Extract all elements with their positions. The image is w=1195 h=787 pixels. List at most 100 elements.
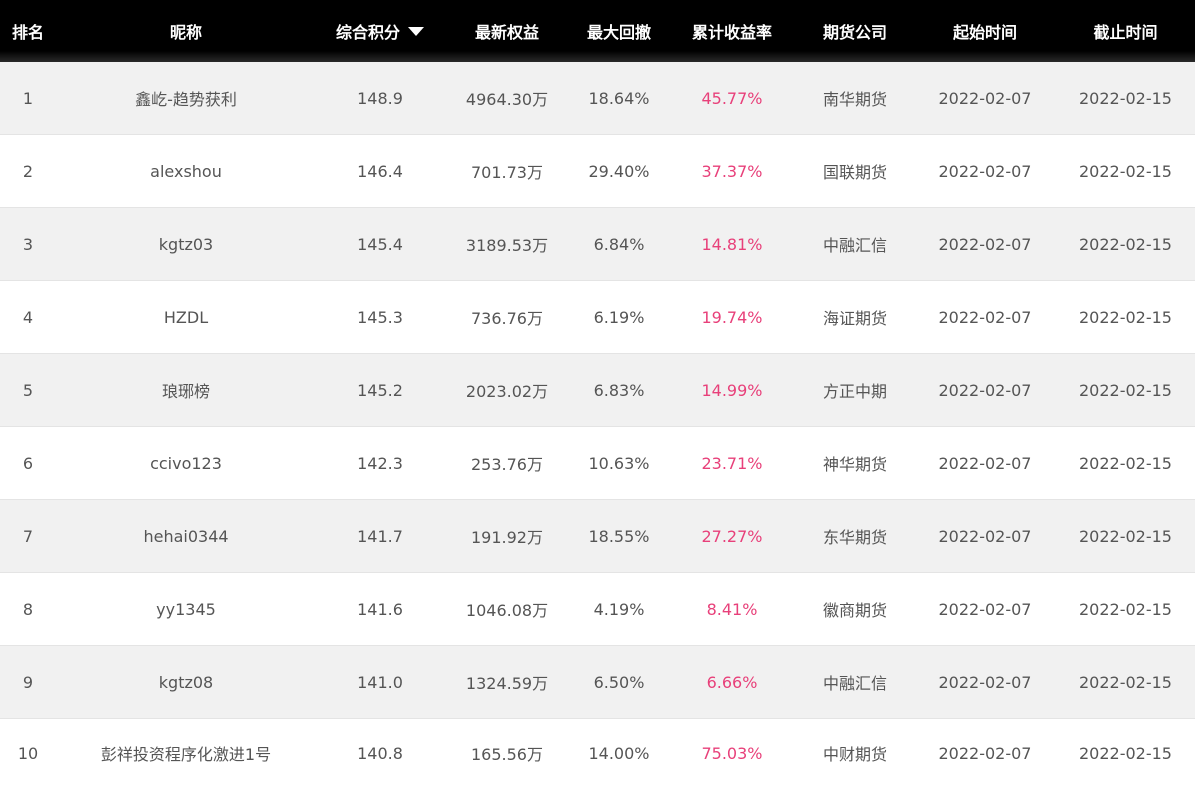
drawdown-cell: 29.40% [588,161,650,181]
rank-cell: 3 [22,234,34,254]
drawdown-cell: 14.00% [588,743,650,763]
nickname-cell[interactable]: alexshou [56,135,316,207]
rank-cell: 5 [22,380,34,400]
header-score[interactable]: 综合积分 [316,0,444,62]
nickname-cell[interactable]: HZDL [56,281,316,353]
drawdown-cell: 10.63% [588,453,650,473]
end-date-cell: 2022-02-15 [1079,453,1172,473]
broker-cell: 神华期货 [822,455,887,474]
equity-cell: 191.92万 [471,528,543,547]
start-date-cell: 2022-02-07 [938,453,1032,473]
broker-cell: 方正中期 [822,382,887,401]
broker-cell: 国联期货 [822,163,887,182]
table-row[interactable]: 7 hehai0344 141.7 191.92万 18.55% 27.27% … [0,500,1195,573]
table-row[interactable]: 6 ccivo123 142.3 253.76万 10.63% 23.71% 神… [0,427,1195,500]
nickname-cell[interactable]: ccivo123 [56,427,316,499]
return-cell: 45.77% [701,88,763,108]
score-cell: 142.3 [357,453,403,473]
return-cell: 37.37% [701,161,763,181]
table-row[interactable]: 4 HZDL 145.3 736.76万 6.19% 19.74% 海证期货 2… [0,281,1195,354]
end-date-cell: 2022-02-15 [1079,234,1172,254]
start-date-cell: 2022-02-07 [938,743,1032,763]
table-row[interactable]: 10 彭祥投资程序化激进1号 140.8 165.56万 14.00% 75.0… [0,719,1195,787]
end-date-cell: 2022-02-15 [1079,526,1172,546]
equity-cell: 3189.53万 [465,236,549,255]
drawdown-cell: 4.19% [593,599,645,619]
score-cell: 145.3 [357,307,403,327]
table-row[interactable]: 1 鑫屹-趋势获利 148.9 4964.30万 18.64% 45.77% 南… [0,62,1195,135]
end-date-cell: 2022-02-15 [1079,307,1172,327]
table-row[interactable]: 2 alexshou 146.4 701.73万 29.40% 37.37% 国… [0,135,1195,208]
return-cell: 6.66% [706,672,758,692]
start-date-cell: 2022-02-07 [938,599,1032,619]
nickname-cell[interactable]: kgtz08 [56,646,316,718]
score-cell: 141.7 [357,526,403,546]
return-cell: 75.03% [701,743,763,763]
start-date-cell: 2022-02-07 [938,307,1032,327]
drawdown-cell: 6.83% [593,380,645,400]
start-date-cell: 2022-02-07 [938,161,1032,181]
end-date-cell: 2022-02-15 [1079,380,1172,400]
return-cell: 14.81% [701,234,763,254]
return-cell: 23.71% [701,453,763,473]
sort-desc-icon[interactable] [408,26,424,36]
broker-cell: 中财期货 [822,745,887,764]
header-equity[interactable]: 最新权益 [444,0,570,62]
rank-cell: 4 [22,307,34,327]
end-date-cell: 2022-02-15 [1079,88,1172,108]
header-return[interactable]: 累计收益率 [668,0,796,62]
drawdown-cell: 18.55% [588,526,650,546]
table-row[interactable]: 3 kgtz03 145.4 3189.53万 6.84% 14.81% 中融汇… [0,208,1195,281]
nickname-cell[interactable]: kgtz03 [56,208,316,280]
equity-cell: 165.56万 [471,745,543,764]
header-broker[interactable]: 期货公司 [796,0,914,62]
rank-cell: 7 [22,526,34,546]
return-cell: 8.41% [706,599,758,619]
header-name[interactable]: 昵称 [56,0,316,62]
header-end[interactable]: 截止时间 [1056,0,1195,62]
end-date-cell: 2022-02-15 [1079,743,1172,763]
header-score-label: 综合积分 [335,23,400,42]
drawdown-cell: 18.64% [588,88,650,108]
nickname-cell[interactable]: 鑫屹-趋势获利 [56,62,316,134]
broker-cell: 海证期货 [822,309,887,328]
end-date-cell: 2022-02-15 [1079,599,1172,619]
rank-cell: 9 [22,672,34,692]
table-row[interactable]: 9 kgtz08 141.0 1324.59万 6.50% 6.66% 中融汇信… [0,646,1195,719]
equity-cell: 253.76万 [471,455,543,474]
return-cell: 14.99% [701,380,763,400]
start-date-cell: 2022-02-07 [938,234,1032,254]
score-cell: 145.4 [357,234,403,254]
header-drawdown[interactable]: 最大回撤 [570,0,668,62]
score-cell: 148.9 [357,88,403,108]
broker-cell: 中融汇信 [822,674,887,693]
score-cell: 141.6 [357,599,403,619]
equity-cell: 736.76万 [471,309,543,328]
drawdown-cell: 6.84% [593,234,645,254]
nickname-cell[interactable]: 彭祥投资程序化激进1号 [56,719,316,787]
table-row[interactable]: 5 琅琊榜 145.2 2023.02万 6.83% 14.99% 方正中期 2… [0,354,1195,427]
equity-cell: 4964.30万 [465,90,549,109]
drawdown-cell: 6.19% [593,307,645,327]
score-cell: 140.8 [357,743,403,763]
rank-cell: 1 [22,88,34,108]
equity-cell: 1324.59万 [465,674,549,693]
score-cell: 145.2 [357,380,403,400]
table-header: 排名 昵称 综合积分 最新权益 最大回撤 累计收益率 期货公司 起始时间 截止时… [0,0,1195,62]
end-date-cell: 2022-02-15 [1079,161,1172,181]
table-row[interactable]: 8 yy1345 141.6 1046.08万 4.19% 8.41% 徽商期货… [0,573,1195,646]
rank-cell: 8 [22,599,34,619]
start-date-cell: 2022-02-07 [938,380,1032,400]
header-rank[interactable]: 排名 [0,0,56,62]
score-cell: 141.0 [357,672,403,692]
header-start[interactable]: 起始时间 [914,0,1056,62]
nickname-cell[interactable]: 琅琊榜 [56,354,316,426]
equity-cell: 1046.08万 [465,601,549,620]
return-cell: 19.74% [701,307,763,327]
ranking-table: 排名 昵称 综合积分 最新权益 最大回撤 累计收益率 期货公司 起始时间 截止时… [0,0,1195,787]
nickname-cell[interactable]: yy1345 [56,573,316,645]
nickname-cell[interactable]: hehai0344 [56,500,316,572]
start-date-cell: 2022-02-07 [938,672,1032,692]
start-date-cell: 2022-02-07 [938,88,1032,108]
broker-cell: 中融汇信 [822,236,887,255]
